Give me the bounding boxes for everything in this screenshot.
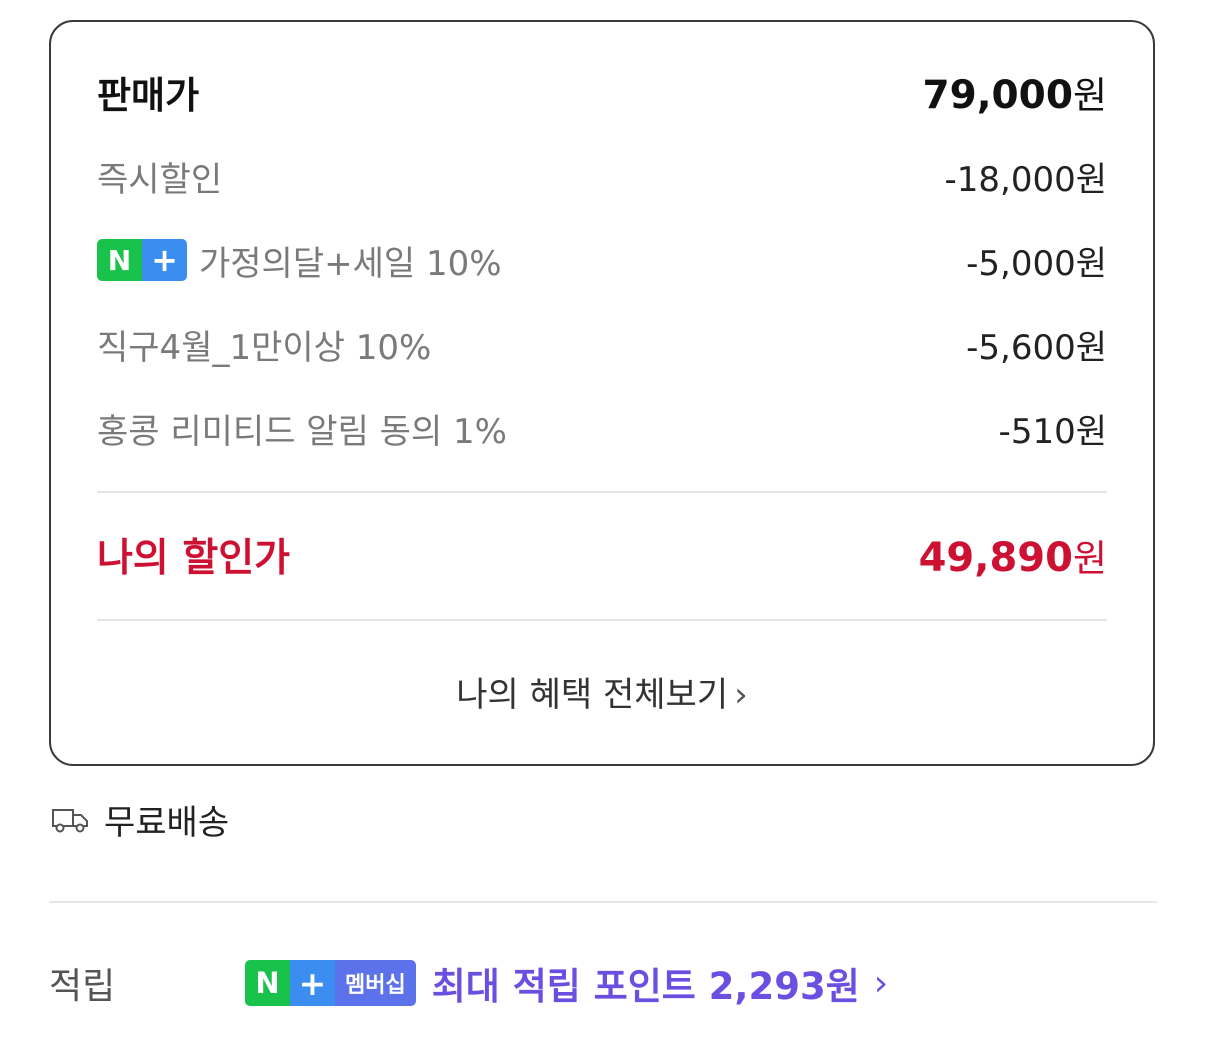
plus-icon: + [290,960,335,1006]
discount-row-direct: 직구4월_1만이상 10% -5,600원 [97,314,1107,374]
nplus-membership-badge: N + 멤버십 [245,960,416,1006]
naver-n-icon: N [245,960,290,1006]
discount-label: 가정의달+세일 10% [199,243,502,284]
discount-row-instant: 즉시할인 -18,000원 [97,146,1107,206]
final-price-row: 나의 할인가 49,890원 [97,525,1107,585]
discount-value: -510원 [998,411,1107,452]
reward-label: 적립 [49,966,116,1007]
view-all-benefits-link[interactable]: 나의 혜택 전체보기 › [51,667,1153,716]
sale-price-unit: 원 [1072,74,1107,117]
sale-price-row: 판매가 79,000원 [97,62,1107,122]
section-divider [49,901,1157,903]
shipping-label: 무료배송 [104,803,230,843]
discount-value: -5,000원 [966,243,1107,284]
discount-label-group: N + 가정의달+세일 10% [97,236,502,285]
final-price-label: 나의 할인가 [97,536,290,581]
sale-price-amount: 79,000 [922,73,1073,118]
membership-label: 멤버십 [335,960,416,1006]
final-price-value: 49,890원 [919,528,1107,582]
discount-value: -5,600원 [966,327,1107,368]
reward-row: 적립 N + 멤버십 최대 적립 포인트 2,293원 › [49,953,1157,1013]
chevron-right-icon: › [734,675,748,715]
max-reward-points-text: 최대 적립 포인트 2,293원 [431,965,860,1008]
view-all-benefits-label: 나의 혜택 전체보기 [456,675,729,715]
max-reward-points-link[interactable]: 최대 적립 포인트 2,293원 › [432,956,888,1010]
divider [97,491,1107,493]
discount-label: 홍콩 리미티드 알림 동의 1% [97,411,507,452]
shipping-info: 무료배송 [50,795,229,844]
naver-n-icon: N [97,239,142,281]
discount-row-hongkong: 홍콩 리미티드 알림 동의 1% -510원 [97,398,1107,458]
discount-label: 즉시할인 [97,159,223,200]
chevron-right-icon: › [873,962,889,1004]
discount-label: 직구4월_1만이상 10% [97,327,432,368]
discount-row-nplus: N + 가정의달+세일 10% -5,000원 [97,230,1107,290]
divider [97,619,1107,621]
final-price-amount: 49,890 [918,535,1073,581]
discount-value: -18,000원 [944,159,1107,200]
sale-price-value: 79,000원 [922,65,1107,119]
truck-icon [52,808,88,832]
price-summary-box: 판매가 79,000원 즉시할인 -18,000원 N + 가정의달+세일 10… [49,20,1155,766]
nplus-badge: N + [97,239,187,281]
plus-icon: + [142,239,187,281]
sale-price-label: 판매가 [97,74,200,117]
final-price-unit: 원 [1072,537,1107,580]
